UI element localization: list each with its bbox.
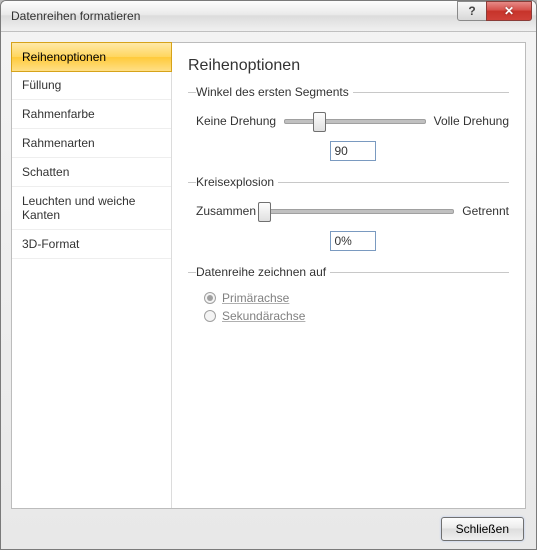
angle-value-row: 90: [196, 141, 509, 161]
explosion-right-label: Getrennt: [462, 204, 509, 218]
radio-secondary-axis: Sekundärachse: [204, 309, 509, 323]
radio-label: Primärachse: [222, 291, 289, 305]
slider-track: [264, 209, 454, 214]
content-panel: Reihenoptionen Winkel des ersten Segment…: [172, 43, 525, 508]
close-icon: ✕: [504, 4, 514, 18]
sidebar-item-label: Reihenoptionen: [22, 50, 106, 64]
explosion-value-input[interactable]: 0%: [330, 231, 376, 251]
dialog-body: Reihenoptionen Füllung Rahmenfarbe Rahme…: [1, 32, 536, 549]
sidebar-item-fuellung[interactable]: Füllung: [12, 71, 171, 100]
page-heading: Reihenoptionen: [188, 57, 509, 75]
axis-legend: Datenreihe zeichnen auf: [196, 265, 330, 279]
titlebar: Datenreihen formatieren ? ✕: [1, 1, 536, 32]
radio-icon: [204, 310, 216, 322]
sidebar-item-schatten[interactable]: Schatten: [12, 158, 171, 187]
sidebar-item-rahmenarten[interactable]: Rahmenarten: [12, 129, 171, 158]
sidebar-item-3d-format[interactable]: 3D-Format: [12, 230, 171, 259]
sidebar-item-rahmenfarbe[interactable]: Rahmenfarbe: [12, 100, 171, 129]
angle-value-input[interactable]: 90: [330, 141, 376, 161]
angle-right-label: Volle Drehung: [434, 114, 509, 128]
help-icon: ?: [468, 4, 475, 18]
sidebar: Reihenoptionen Füllung Rahmenfarbe Rahme…: [12, 43, 172, 508]
sidebar-item-label: Schatten: [22, 165, 69, 179]
explosion-slider-row: Zusammen Getrennt: [196, 201, 509, 221]
main-area: Reihenoptionen Füllung Rahmenfarbe Rahme…: [11, 42, 526, 509]
sidebar-item-label: 3D-Format: [22, 237, 79, 251]
dialog-footer: Schließen: [11, 509, 526, 541]
radio-icon: [204, 292, 216, 304]
slider-thumb[interactable]: [258, 202, 271, 222]
explosion-value-row: 0%: [196, 231, 509, 251]
sidebar-item-leuchten[interactable]: Leuchten und weiche Kanten: [12, 187, 171, 230]
help-button[interactable]: ?: [457, 1, 487, 21]
sidebar-item-label: Leuchten und weiche Kanten: [22, 194, 135, 222]
sidebar-item-label: Rahmenarten: [22, 136, 95, 150]
slider-thumb[interactable]: [313, 112, 326, 132]
angle-legend: Winkel des ersten Segments: [196, 85, 353, 99]
explosion-left-label: Zusammen: [196, 204, 256, 218]
radio-label: Sekundärachse: [222, 309, 305, 323]
titlebar-buttons: ? ✕: [458, 1, 532, 23]
axis-group: Datenreihe zeichnen auf Primärachse Seku…: [188, 265, 509, 327]
angle-left-label: Keine Drehung: [196, 114, 276, 128]
sidebar-item-label: Füllung: [22, 78, 61, 92]
close-window-button[interactable]: ✕: [486, 1, 532, 21]
angle-slider[interactable]: [284, 111, 426, 131]
sidebar-item-label: Rahmenfarbe: [22, 107, 95, 121]
radio-primary-axis: Primärachse: [204, 291, 509, 305]
dialog-window: Datenreihen formatieren ? ✕ Reihenoption…: [0, 0, 537, 550]
explosion-slider[interactable]: [264, 201, 454, 221]
explosion-legend: Kreisexplosion: [196, 175, 278, 189]
sidebar-item-reihen-optionen[interactable]: Reihenoptionen: [11, 42, 172, 72]
window-title: Datenreihen formatieren: [11, 9, 140, 23]
slider-track: [284, 119, 426, 124]
angle-slider-row: Keine Drehung Volle Drehung: [196, 111, 509, 131]
explosion-group: Kreisexplosion Zusammen Getrennt 0%: [188, 175, 509, 251]
close-button[interactable]: Schließen: [441, 517, 524, 541]
angle-group: Winkel des ersten Segments Keine Drehung…: [188, 85, 509, 161]
